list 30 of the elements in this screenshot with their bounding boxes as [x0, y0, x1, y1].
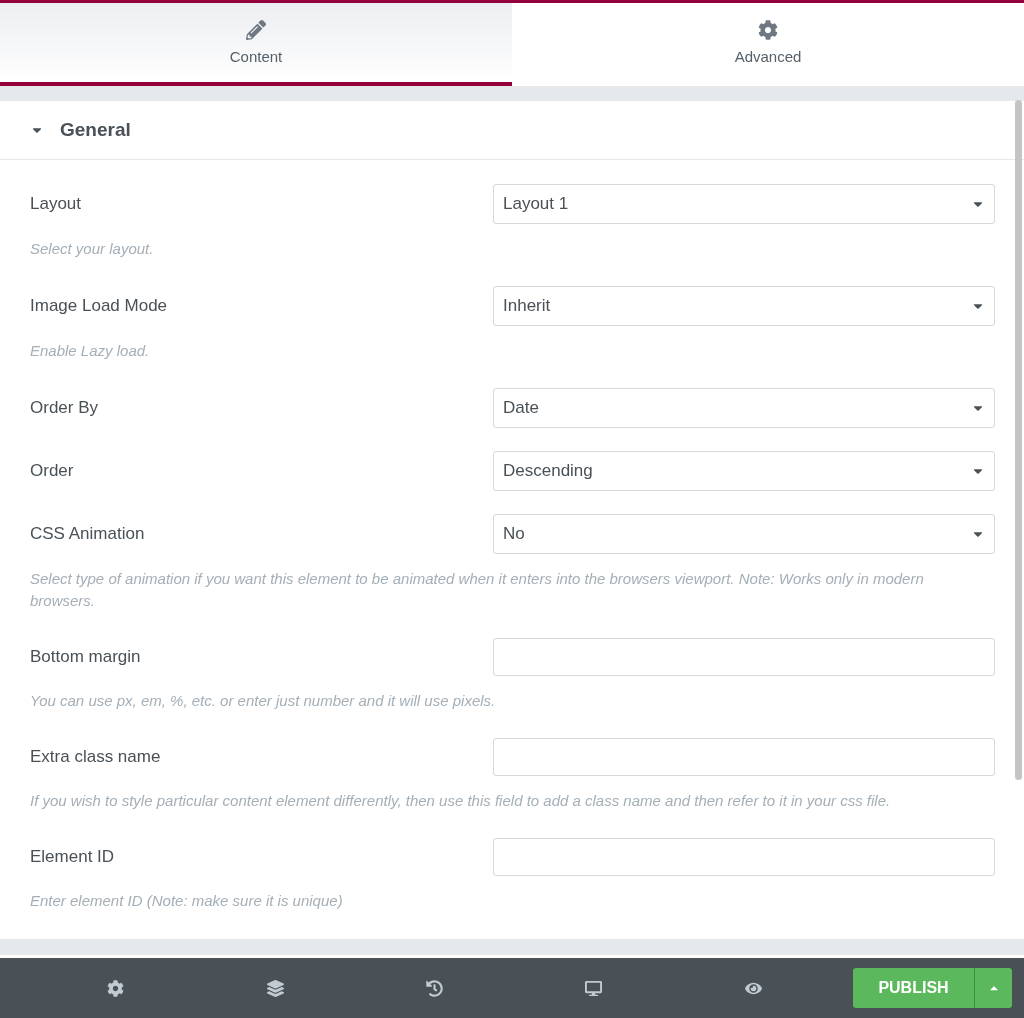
field-label: Bottom margin	[30, 646, 141, 669]
select-field[interactable]: Date	[493, 388, 995, 428]
select-field[interactable]: Layout 1	[493, 184, 995, 224]
layers-icon[interactable]	[266, 979, 284, 997]
gear-icon	[758, 20, 778, 41]
tab[interactable]: Content	[0, 3, 512, 86]
select-field[interactable]: Descending	[493, 451, 995, 491]
field-description: Enter element ID (Note: make sure it is unique)	[29, 891, 344, 911]
field-label: Layout	[30, 193, 82, 216]
select-field[interactable]: Inherit	[493, 286, 995, 326]
field-label: CSS Animation	[30, 523, 145, 546]
field-label: Image Load Mode	[30, 295, 168, 318]
input-field[interactable]	[493, 638, 995, 676]
select-field[interactable]: No	[493, 514, 995, 554]
field-label: Order	[30, 460, 74, 483]
pencil-icon	[246, 20, 266, 41]
field-description: If you wish to style particular content element differently, then use this field to add a class name and then refer to it in your css file.	[29, 791, 892, 811]
input-field[interactable]	[493, 838, 995, 876]
field-label: Extra class name	[30, 746, 161, 769]
field-description: Select type of animation if you want this element to be animated when it enters into the browsers viewport. Note: Works only in modern browsers.	[29, 569, 925, 611]
field-description: Select your layout.	[29, 239, 155, 259]
monitor-icon[interactable]	[585, 979, 603, 997]
field-label: Order By	[30, 397, 99, 420]
history-icon[interactable]	[425, 979, 443, 997]
field-description: You can use px, em, %, etc. or enter just number and it will use pixels.	[29, 691, 497, 711]
scrollbar[interactable]	[1015, 100, 1022, 780]
settings-icon[interactable]	[107, 979, 125, 997]
field-label: Element ID	[30, 846, 115, 869]
field-description: Enable Lazy load.	[29, 341, 151, 361]
input-field[interactable]	[493, 738, 995, 776]
